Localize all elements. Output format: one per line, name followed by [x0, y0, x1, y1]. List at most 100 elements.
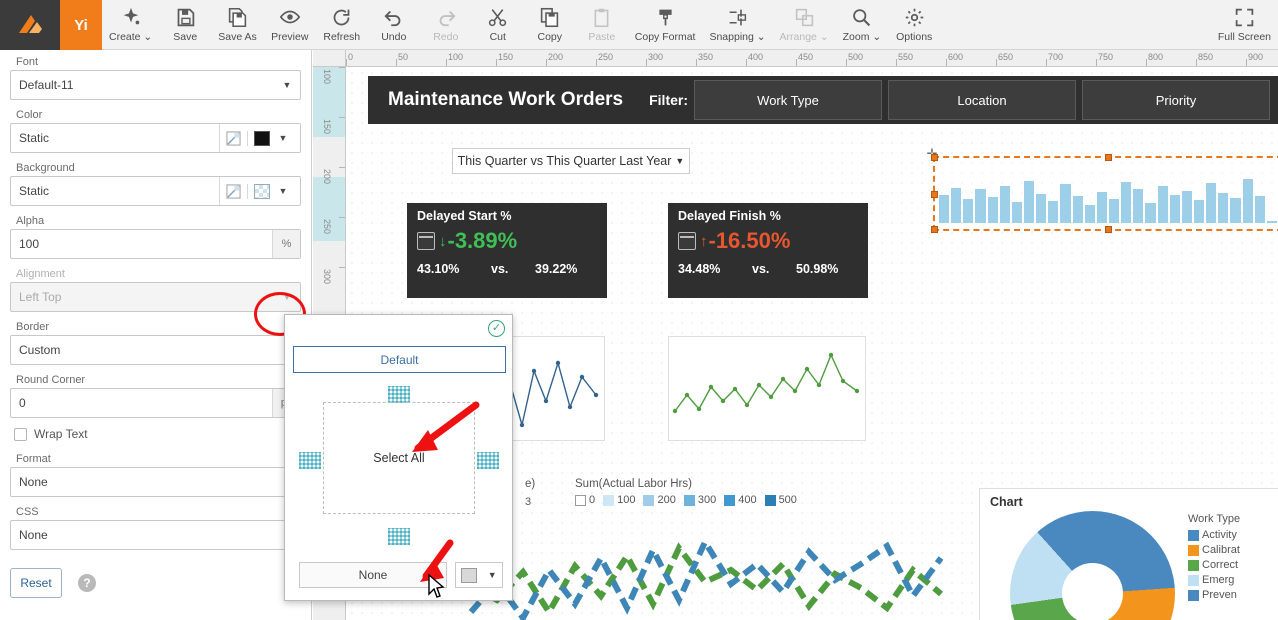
legend-label-5: 500 [778, 494, 797, 506]
resize-handle-nw[interactable] [931, 154, 938, 161]
border-select-all-button[interactable]: Select All [323, 402, 475, 514]
chevron-down-icon[interactable]: ▼ [270, 133, 296, 143]
field-wrap-text[interactable]: Wrap Text [14, 427, 301, 441]
field-border: Border Custom ▼ [10, 321, 301, 365]
kpi-card-delayed-start[interactable]: Delayed Start % ↓ -3.89% 43.10% vs. 39.2… [407, 203, 607, 298]
selected-bar-chart-widget[interactable] [931, 154, 1278, 233]
legend-swatch-4 [724, 494, 736, 506]
label-alignment: Alignment [16, 268, 65, 280]
comparison-value: This Quarter vs This Quarter Last Year [457, 154, 672, 168]
refresh-icon [331, 3, 352, 31]
chevron-down-icon[interactable]: ▼ [274, 80, 300, 90]
label-border: Border [16, 321, 50, 333]
color-control[interactable]: Static ▼ [10, 123, 301, 153]
resize-handle-w[interactable] [931, 191, 938, 198]
filter-button-work-type[interactable]: Work Type [694, 80, 882, 120]
floppy-disk-icon [175, 3, 196, 31]
alpha-input-wrap[interactable]: 100 % [10, 229, 301, 259]
kpi-card-delayed-finish[interactable]: Delayed Finish % ↑ -16.50% 34.48% vs. 50… [668, 203, 868, 298]
filter-button-priority[interactable]: Priority [1082, 80, 1270, 120]
border-color-picker[interactable]: ▼ [455, 562, 503, 588]
reset-button[interactable]: Reset [10, 568, 62, 598]
color-value: Static [19, 131, 50, 145]
calendar-icon [678, 232, 696, 250]
kpi-previous: 50.98% [796, 262, 839, 276]
color-swatch-picker[interactable]: ▼ [247, 130, 300, 146]
toolbar-button-snapping[interactable]: Snapping ⌄ [702, 0, 772, 49]
alpha-value[interactable]: 100 [11, 237, 272, 251]
round-corner-value[interactable]: 0 [11, 396, 272, 410]
css-select[interactable]: None ▼ [10, 520, 301, 550]
background-expression-button[interactable] [219, 177, 247, 205]
toolbar-button-cut[interactable]: Cut [472, 0, 524, 49]
chart-caption: Chart [990, 495, 1023, 509]
legend-swatch-3 [683, 494, 695, 506]
wrap-text-checkbox[interactable] [14, 427, 27, 441]
donut-legend: Work Type Activity Calibrat Correct Emer… [1188, 513, 1278, 604]
chevron-down-icon[interactable]: ▼ [675, 156, 684, 166]
copy-icon [539, 3, 560, 31]
font-select[interactable]: Default-11 ▼ [10, 70, 301, 100]
toolbar-button-copy-format[interactable]: Copy Format [628, 0, 703, 49]
border-edge-bottom[interactable] [388, 528, 410, 545]
toolbar-label-options: Options [896, 31, 933, 43]
toolbar-button-preview[interactable]: Preview [264, 0, 316, 49]
round-corner-input-wrap[interactable]: 0 px [10, 388, 301, 418]
toolbar-button-full-screen[interactable]: Full Screen [1211, 0, 1278, 49]
alignment-value: Left Top [19, 290, 62, 304]
toolbar-label-copy-format: Copy Format [634, 31, 696, 43]
app-logo-icon[interactable] [0, 0, 60, 50]
border-style-value: None [358, 568, 388, 582]
resize-handle-sw[interactable] [931, 226, 938, 233]
properties-panel: Font Default-11 ▼ Color Static ▼ Backgro… [0, 50, 312, 620]
chevron-down-icon[interactable]: ▼ [270, 186, 296, 196]
help-icon[interactable]: ? [78, 574, 96, 592]
toolbar-button-options[interactable]: Options [888, 0, 940, 49]
border-edge-left[interactable] [299, 452, 321, 469]
check-circle-icon[interactable]: ✓ [488, 320, 505, 337]
border-style-select[interactable]: None ▼ [299, 562, 447, 588]
donut-label-1: Calibrat [1202, 544, 1240, 556]
donut-label-3: Emerg [1202, 574, 1235, 586]
donut-swatch-3 [1188, 574, 1199, 586]
color-expression-button[interactable] [219, 124, 247, 152]
border-value: Custom [19, 343, 61, 357]
toolbar-label-save: Save [173, 31, 198, 43]
resize-handle-s[interactable] [1105, 226, 1112, 233]
border-color-swatch [461, 567, 478, 583]
format-select[interactable]: None ▼ [10, 467, 301, 497]
kpi-value-row: ↑ -16.50% [678, 228, 858, 254]
background-swatch-picker[interactable]: ▼ [247, 183, 300, 199]
donut-legend-row-3: Emerg [1188, 574, 1278, 586]
border-default-button[interactable]: Default [293, 346, 506, 373]
chevron-down-icon[interactable]: ▼ [488, 570, 497, 580]
chevron-down-icon[interactable]: ▼ [429, 569, 438, 579]
border-editor-popup[interactable]: ✓ Default Select All None ▼ ▼ [284, 314, 513, 601]
toolbar-button-create[interactable]: Create ⌄ [102, 0, 159, 49]
border-edge-top[interactable] [388, 386, 410, 403]
filter-button-location[interactable]: Location [888, 80, 1076, 120]
bar-series [939, 164, 1277, 223]
mini-chart-green-line[interactable] [668, 336, 866, 441]
border-select[interactable]: Custom ▼ [10, 335, 301, 365]
toolbar-button-refresh[interactable]: Refresh [316, 0, 368, 49]
legend-row-left: 3 [525, 496, 531, 508]
donut-legend-row-0: Activity [1188, 529, 1278, 541]
background-control[interactable]: Static ▼ [10, 176, 301, 206]
toolbar-button-copy[interactable]: Copy [524, 0, 576, 49]
chart-widget-panel[interactable]: Chart Work Type Activity Calibrat Correc… [979, 488, 1278, 620]
bottom-dual-line-chart[interactable] [467, 508, 967, 620]
resize-handle-n[interactable] [1105, 154, 1112, 161]
toolbar-button-undo[interactable]: Undo [368, 0, 420, 49]
brand-badge[interactable]: Yi [60, 0, 102, 50]
toolbar-button-zoom[interactable]: Zoom ⌄ [836, 0, 889, 49]
kpi-previous: 39.22% [535, 262, 578, 276]
border-edge-right[interactable] [477, 452, 499, 469]
comparison-dropdown[interactable]: This Quarter vs This Quarter Last Year ▼ [452, 148, 690, 174]
alignment-select: Left Top ▼ [10, 282, 301, 312]
toolbar-button-save[interactable]: Save [159, 0, 211, 49]
toolbar-label-redo: Redo [433, 31, 459, 43]
toolbar-label-arrange: Arrange ⌄ [779, 31, 829, 43]
donut-chart[interactable] [1010, 511, 1175, 620]
toolbar-button-save-as[interactable]: Save As [211, 0, 264, 49]
